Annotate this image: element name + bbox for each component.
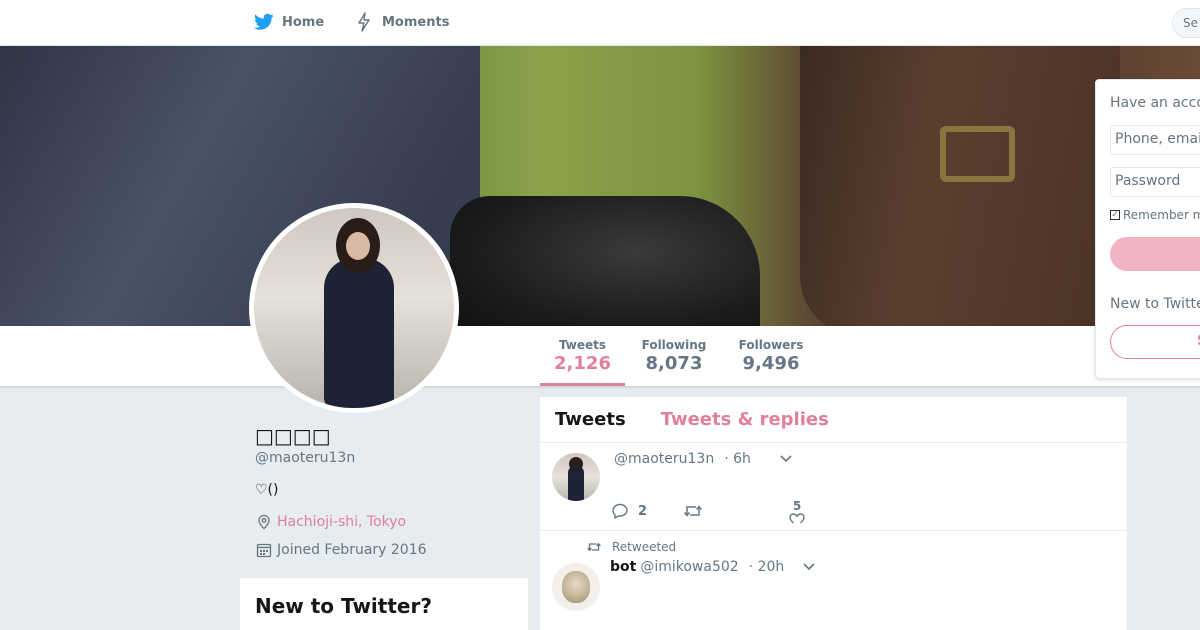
profile-bio: ♡() xyxy=(255,482,279,498)
tweet-actions: 2 5 xyxy=(610,499,807,523)
tweet-header: bot @imikowa502 · 20h xyxy=(610,559,816,575)
twitter-bird-icon xyxy=(254,12,274,32)
stat-followers-value: 9,496 xyxy=(742,353,800,374)
banner-shape-boot xyxy=(450,196,760,326)
tweet-avatar-figure xyxy=(568,465,584,501)
tweet-header: @maoteru13n · 6h xyxy=(614,451,793,467)
reply-button[interactable]: 2 xyxy=(610,501,647,521)
banner-shape-boot-brown xyxy=(800,46,1120,326)
banner-shape-buckle xyxy=(940,126,1015,182)
avatar-face xyxy=(346,232,370,260)
stat-followers-label: Followers xyxy=(738,338,804,352)
like-count: 5 xyxy=(792,499,802,513)
remember-me[interactable]: ✓ Remember m xyxy=(1110,208,1200,222)
stat-following[interactable]: Following 8,073 xyxy=(636,338,712,374)
like-button[interactable]: 5 xyxy=(787,499,807,523)
login-button[interactable] xyxy=(1110,237,1200,271)
calendar-icon xyxy=(255,541,273,559)
retweet-button[interactable] xyxy=(683,501,703,521)
profile-handle[interactable]: @maoteru13n xyxy=(255,450,355,466)
stat-tweets-label: Tweets xyxy=(558,338,607,352)
chevron-down-icon[interactable] xyxy=(802,562,816,572)
tweet-item[interactable]: Retweeted bot @imikowa502 · 20h xyxy=(540,531,1127,630)
reply-icon xyxy=(610,501,630,521)
tab-tweets[interactable]: Tweets xyxy=(555,409,626,430)
stat-tweets[interactable]: Tweets 2,126 xyxy=(540,338,625,386)
stat-followers[interactable]: Followers 9,496 xyxy=(734,338,808,374)
heart-icon xyxy=(787,513,807,523)
location-pin-icon xyxy=(255,513,273,531)
tweet-avatar[interactable] xyxy=(552,453,600,501)
retweeted-label: Retweeted xyxy=(612,540,677,554)
profile-joined: Joined February 2016 xyxy=(255,541,427,559)
profile-banner xyxy=(0,46,1200,326)
new-to-twitter-module: New to Twitter? xyxy=(240,578,528,630)
remember-me-checkbox[interactable]: ✓ xyxy=(1110,210,1120,220)
timeline-tabs: Tweets Tweets & replies xyxy=(540,397,1127,443)
tab-tweets-and-replies[interactable]: Tweets & replies xyxy=(661,409,829,430)
login-title: Have an acco xyxy=(1110,95,1200,111)
search-input[interactable]: Se xyxy=(1172,8,1200,38)
timeline: Tweets Tweets & replies @maoteru13n · 6h… xyxy=(540,397,1127,630)
nav-moments-label: Moments xyxy=(382,14,450,30)
profile-nav: Tweets 2,126 Following 8,073 Followers 9… xyxy=(0,326,1200,386)
new-to-twitter-heading: New to Twitter? xyxy=(255,594,432,618)
stat-following-value: 8,073 xyxy=(645,353,703,374)
stat-following-label: Following xyxy=(641,338,707,352)
phone-email-field[interactable]: Phone, emai xyxy=(1110,125,1200,155)
nav-home-label: Home xyxy=(282,14,325,30)
remember-me-label: Remember m xyxy=(1123,208,1200,222)
stat-tweets-value: 2,126 xyxy=(554,353,611,374)
new-to-twitter-text: New to Twitte xyxy=(1110,296,1200,312)
retweet-icon xyxy=(683,501,703,521)
login-dropdown: Have an acco Phone, emai Password ✓ Reme… xyxy=(1095,79,1200,379)
profile-location-link[interactable]: Hachioji-shi, Tokyo xyxy=(277,514,406,530)
profile-avatar[interactable] xyxy=(249,203,459,413)
tweet-handle[interactable]: @maoteru13n xyxy=(614,451,714,467)
signup-button[interactable]: S xyxy=(1110,325,1200,359)
tweet-avatar[interactable] xyxy=(552,563,600,611)
tweet-item[interactable]: @maoteru13n · 6h 2 5 xyxy=(540,443,1127,531)
tweet-handle[interactable]: @imikowa502 xyxy=(640,559,738,575)
retweet-small-icon xyxy=(584,539,604,555)
retweeted-indicator: Retweeted xyxy=(584,539,676,555)
tweet-avatar-cat xyxy=(562,571,590,603)
tweet-author-name[interactable]: bot xyxy=(610,559,636,575)
tweet-timestamp[interactable]: · 6h xyxy=(724,451,751,467)
tweet-timestamp[interactable]: · 20h xyxy=(749,559,785,575)
avatar-figure xyxy=(324,258,394,408)
lightning-icon xyxy=(354,12,374,32)
reply-count: 2 xyxy=(638,503,648,519)
profile-location: Hachioji-shi, Tokyo xyxy=(255,513,406,531)
password-field[interactable]: Password xyxy=(1110,167,1200,197)
avatar-photo xyxy=(254,208,454,408)
chevron-down-icon[interactable] xyxy=(779,454,793,464)
nav-moments[interactable]: Moments xyxy=(354,12,449,32)
profile-display-name: □□□□ xyxy=(255,424,331,448)
profile-joined-text: Joined February 2016 xyxy=(277,542,427,558)
top-nav-bar: Home Moments Se xyxy=(0,0,1200,46)
nav-home[interactable]: Home xyxy=(254,12,324,32)
